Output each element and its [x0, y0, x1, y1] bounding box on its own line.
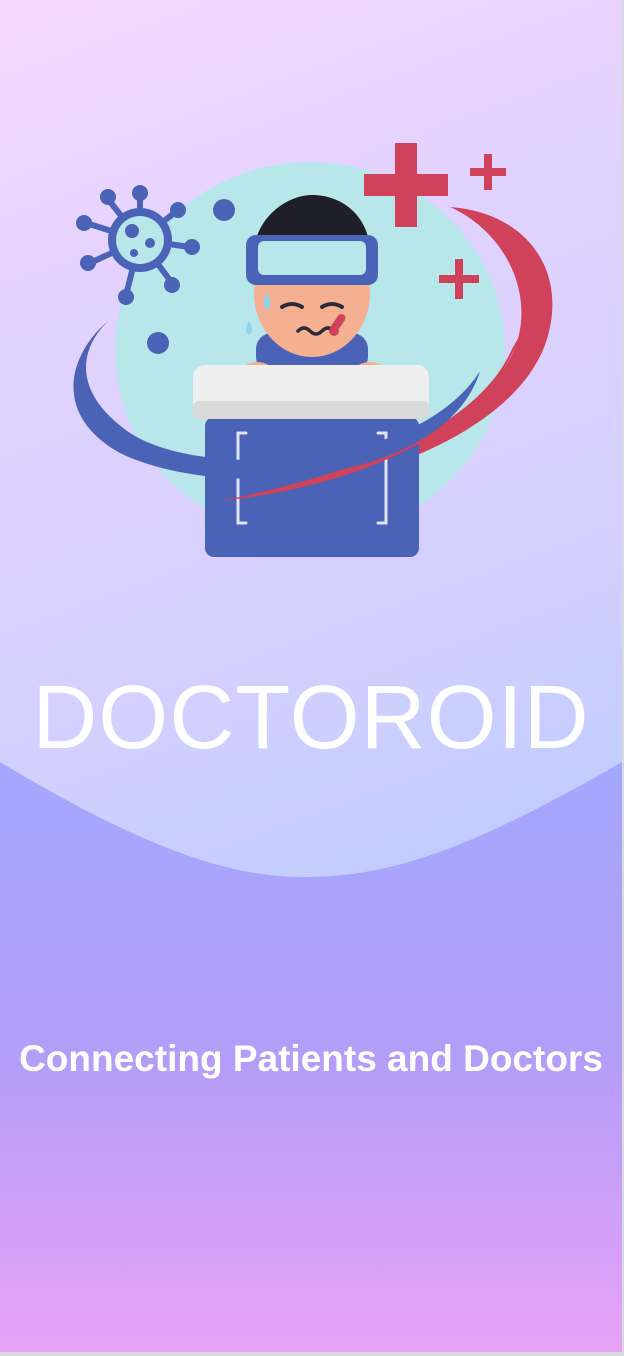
- app-title: DOCTOROID: [32, 668, 590, 768]
- splash-screen: DOCTOROID Connecting Patients and Doctor…: [0, 0, 622, 1352]
- virus-dot: [147, 332, 169, 354]
- tagline: Connecting Patients and Doctors: [19, 1038, 603, 1079]
- sick-patient-illustration: [73, 143, 553, 557]
- virus-dot: [213, 199, 235, 221]
